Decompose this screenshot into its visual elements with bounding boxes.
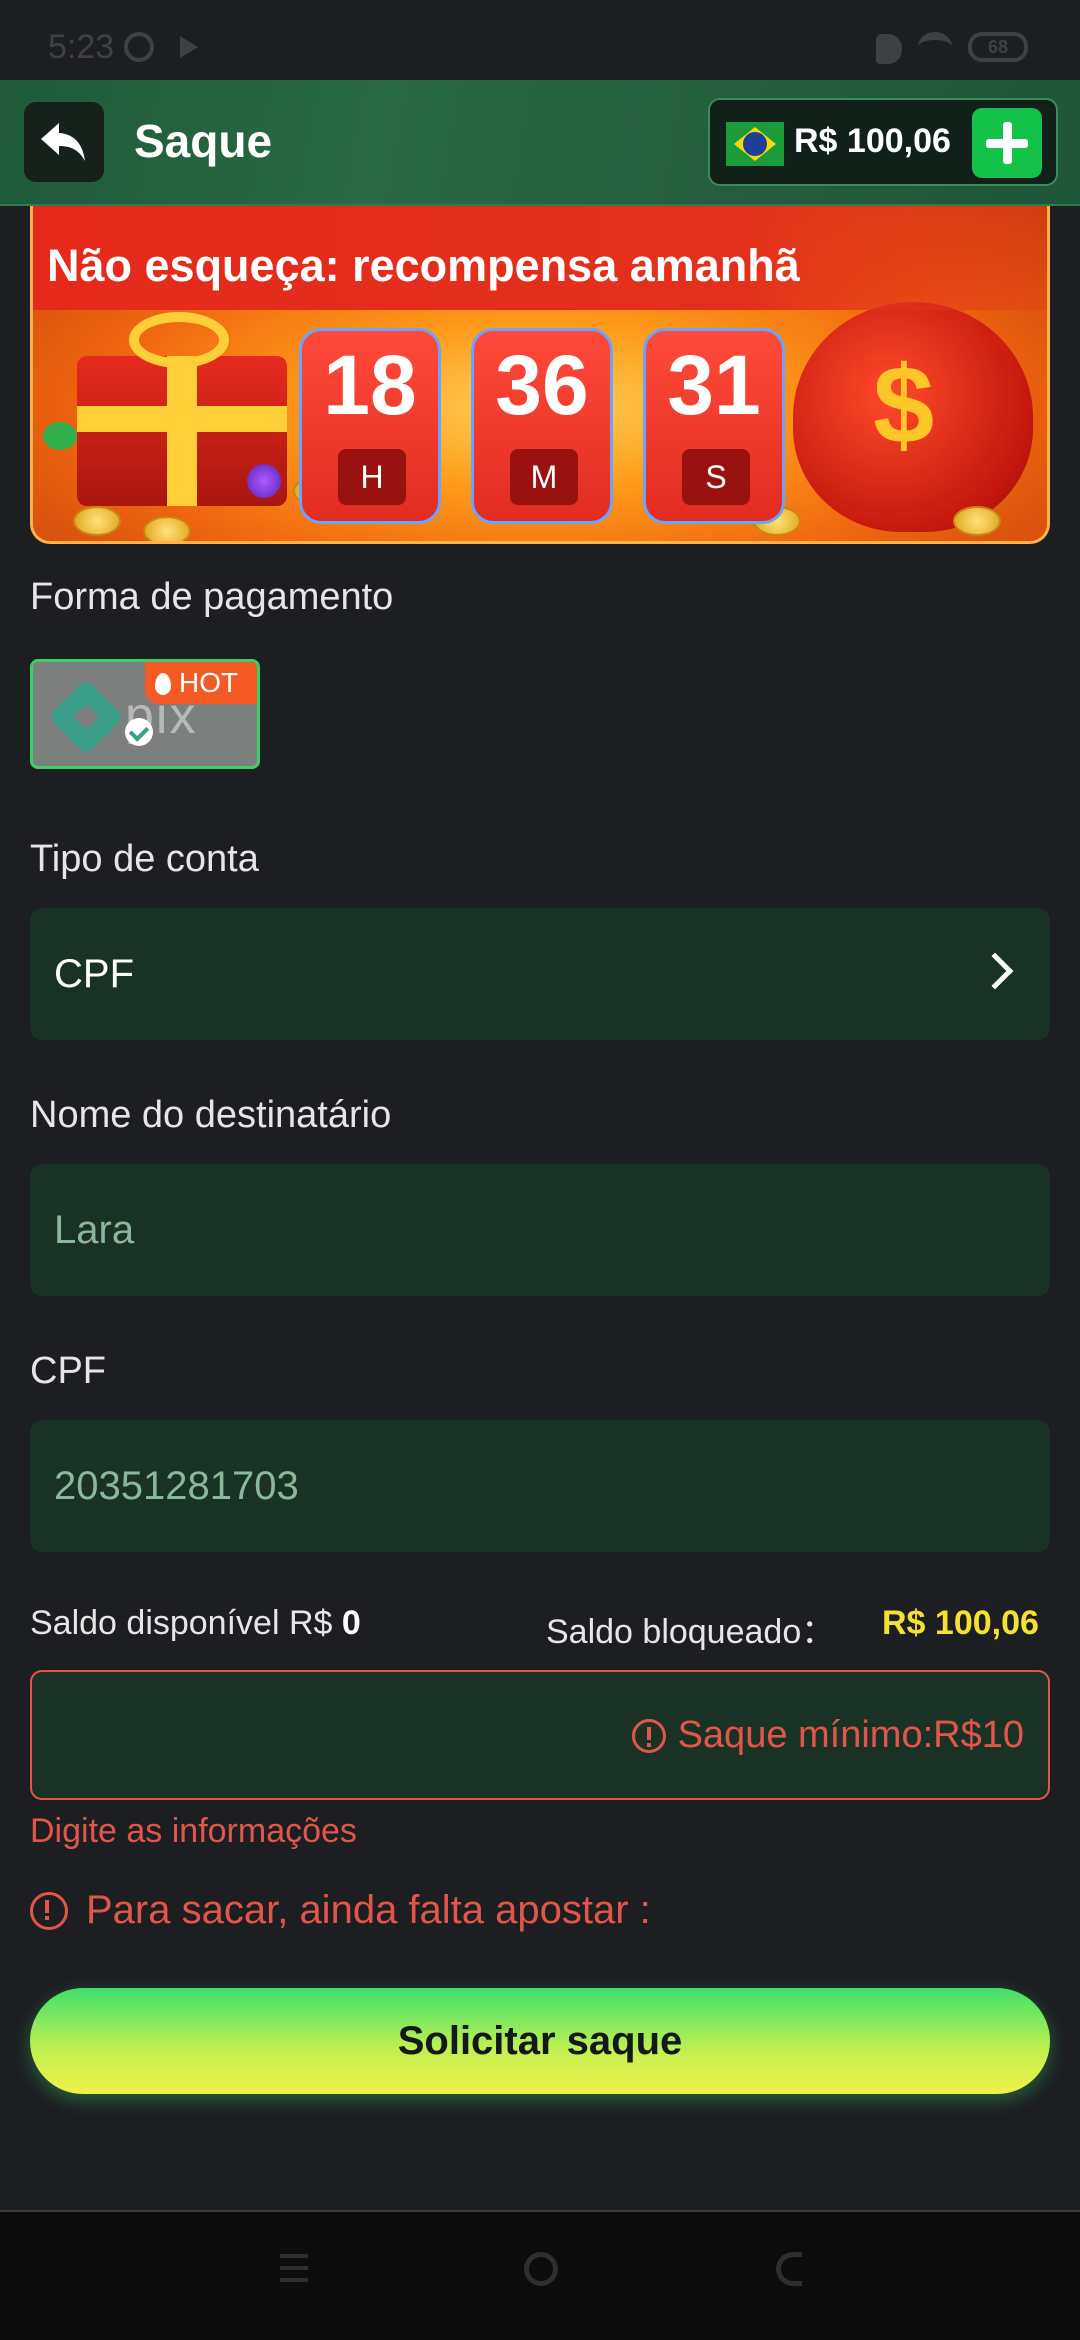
bet-requirement-warning: Para sacar, ainda falta apostar : [30,1888,651,1933]
minimum-withdraw-hint: Saque mínimo:R$10 [677,1714,1024,1756]
back-arrow-icon [41,123,85,161]
brazil-flag-icon [726,122,784,166]
notification-p-icon [876,34,902,64]
status-time: 5:23 [48,28,115,66]
app-header: Saque R$ 100,06 [0,80,1080,206]
account-type-select[interactable]: CPF [30,908,1050,1040]
cpf-label: CPF [30,1350,106,1392]
cpf-value: 20351281703 [54,1464,299,1508]
page-title: Saque [134,115,273,167]
system-nav-bar [0,2212,1080,2340]
hot-badge: HOT [145,662,257,704]
recipient-name-value: Lara [54,1208,135,1252]
withdraw-amount-input[interactable]: Saque mínimo:R$10 [30,1670,1050,1800]
balance-widget: R$ 100,06 [708,98,1058,186]
payment-method-label: Forma de pagamento [30,576,394,618]
leaf-icon [43,422,77,450]
wifi-icon [918,32,952,62]
blocked-balance-label: Saldo bloqueado： [546,1613,836,1651]
play-store-icon [180,36,198,58]
coin-icon [73,506,121,536]
account-type-value: CPF [54,952,134,996]
alert-icon [30,1891,68,1930]
reward-banner[interactable]: $ Não esqueça: recompensa amanhã 18 H 36… [30,206,1050,544]
request-withdraw-button[interactable]: Solicitar saque [30,1988,1050,2094]
coin-icon [953,506,1001,536]
back-button[interactable] [24,102,104,182]
coin-icon [143,516,191,541]
deposit-button[interactable] [972,108,1042,178]
header-balance: R$ 100,06 [794,122,951,160]
gem-icon [247,464,281,498]
recipient-name-field[interactable]: Lara [30,1164,1050,1296]
blocked-balance-value: R$ 100,06 [882,1604,1039,1642]
available-balance-value: 0 [341,1604,361,1642]
alarm-icon [124,32,154,62]
recipient-label: Nome do destinatário [30,1094,392,1136]
cpf-field[interactable]: 20351281703 [30,1420,1050,1552]
battery-icon: 68 [968,32,1028,62]
countdown-seconds: 31 S [643,328,785,524]
money-bag-icon: $ [793,302,1033,532]
pix-payment-option[interactable]: pix HOT [30,659,260,769]
recent-apps-button[interactable] [280,2254,308,2282]
countdown-minutes: 36 M [471,328,613,524]
alert-icon [631,1718,666,1753]
system-back-button[interactable] [776,2252,802,2286]
home-button[interactable] [524,2252,558,2286]
banner-title: Não esqueça: recompensa amanhã [47,240,800,291]
field-error-text: Digite as informações [30,1812,357,1850]
status-bar: 5:23 68 [0,0,1080,80]
account-type-label: Tipo de conta [30,838,259,880]
flame-icon [155,673,171,695]
check-icon [125,718,153,746]
countdown-hours: 18 H [299,328,441,524]
chevron-right-icon [976,952,1014,990]
available-balance: Saldo disponível R$ 0 [30,1604,361,1642]
